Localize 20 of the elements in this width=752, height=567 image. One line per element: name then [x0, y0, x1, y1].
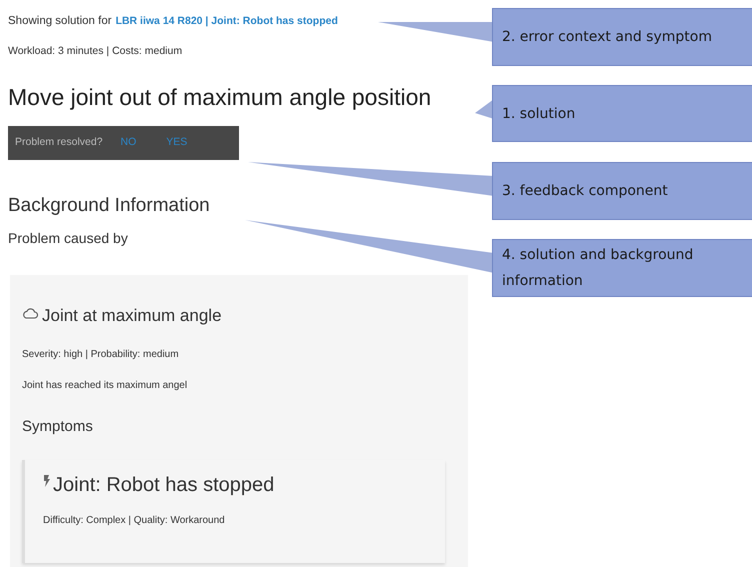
feedback-option[interactable]: NO [120, 134, 136, 151]
feedback-option[interactable]: YES [166, 134, 188, 151]
solution-title: Move joint out of maximum angle position [8, 83, 432, 112]
callout-text: 2. error context and symptom [502, 28, 712, 47]
context-link[interactable]: LBR iiwa 14 R820 | Joint: Robot has stopped [116, 14, 338, 30]
lightning-icon [43, 475, 50, 488]
symptoms-title: Symptoms [22, 416, 94, 437]
solution-meta: Workload: 3 minutes | Costs: medium [8, 44, 184, 60]
cause-title: Joint at maximum angle [42, 305, 222, 328]
background-subtitle: Problem caused by [8, 229, 129, 248]
callout-text: 1. solution [502, 104, 576, 124]
feedback-question: Problem resolved? [15, 134, 103, 150]
cause-meta: Severity: high | Probability: medium [22, 348, 180, 362]
callout-text: 4. solution and background information [502, 246, 694, 291]
context-label: Showing solution for [8, 14, 112, 29]
cause-description: Joint has reached its maximum angel [22, 378, 188, 393]
callout-text: 3. feedback component [502, 182, 668, 201]
cloud-icon [22, 308, 38, 318]
symptom-title: Joint: Robot has stopped [53, 475, 274, 496]
symptom-meta: Difficulty: Complex | Quality: Workaround [43, 514, 226, 528]
